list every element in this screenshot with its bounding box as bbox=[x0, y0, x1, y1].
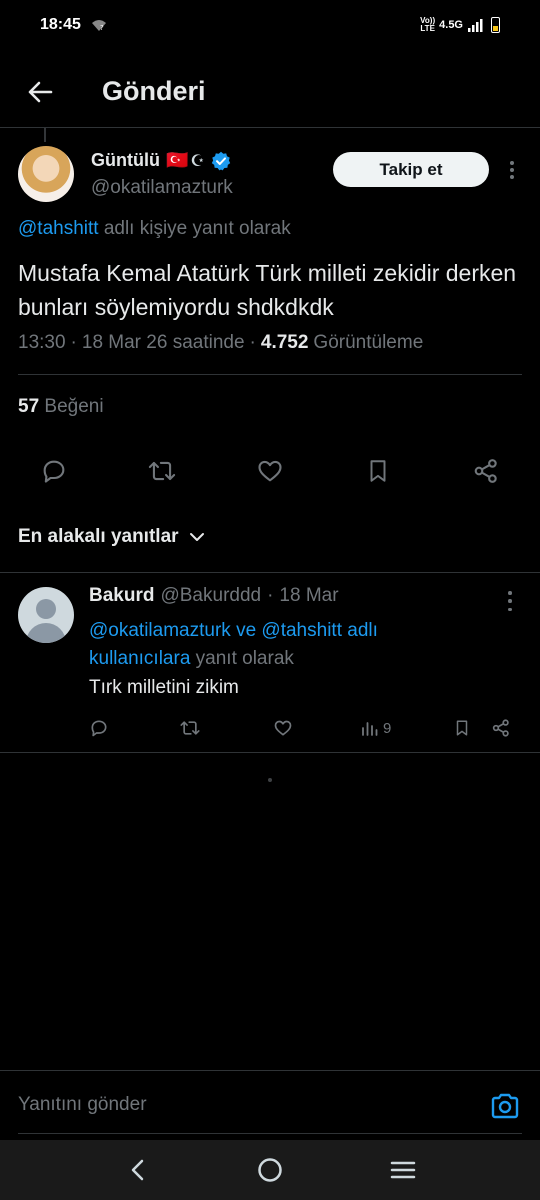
reply-icon bbox=[91, 720, 107, 737]
loading-indicator bbox=[268, 778, 272, 782]
camera-icon bbox=[491, 1093, 519, 1119]
meta-separator: · bbox=[249, 332, 256, 353]
reply-icon bbox=[43, 460, 65, 483]
post-time: 13:30 bbox=[18, 332, 66, 353]
reply-to-mention[interactable]: kullanıcılara bbox=[89, 648, 190, 669]
top-app-bar: Gönderi bbox=[0, 56, 540, 128]
reply-input[interactable] bbox=[18, 1089, 458, 1121]
status-time: 18:45 bbox=[40, 16, 81, 33]
default-avatar-icon bbox=[36, 599, 56, 619]
status-right: Vo)) LTE 4.5G bbox=[420, 17, 500, 33]
reply-action-bar: 9 bbox=[89, 715, 519, 741]
reply-views-count: 9 bbox=[383, 719, 392, 737]
heart-icon bbox=[258, 460, 282, 482]
reply-to-context: @tahshitt adlı kişiye yanıt olarak bbox=[18, 218, 291, 240]
author-handle[interactable]: @okatilamazturk bbox=[91, 177, 233, 199]
reply-composer bbox=[0, 1070, 540, 1140]
system-nav-bar bbox=[0, 1140, 540, 1200]
reply-to-mention[interactable]: @okatilamazturk bbox=[89, 620, 231, 641]
svg-text:?: ? bbox=[100, 24, 104, 32]
author-name: Güntülü bbox=[91, 150, 160, 170]
post-action-bar bbox=[34, 450, 506, 492]
add-media-button[interactable] bbox=[490, 1092, 522, 1122]
system-back-button[interactable] bbox=[115, 1148, 159, 1192]
reply-repost-button[interactable] bbox=[179, 715, 201, 741]
likes-label: Beğeni bbox=[44, 396, 104, 417]
reply-to-and[interactable]: ve bbox=[236, 620, 256, 641]
reply-to-mention[interactable]: @tahshitt bbox=[18, 218, 99, 239]
likes-summary[interactable]: 57 Beğeni bbox=[18, 396, 104, 418]
repost-icon bbox=[180, 721, 200, 735]
more-options-button[interactable] bbox=[502, 158, 522, 182]
post-date: 18 Mar 26 saatinde bbox=[81, 332, 245, 353]
arrow-left-icon bbox=[28, 81, 53, 102]
verified-badge-icon bbox=[211, 151, 230, 170]
reply-more-options-button[interactable] bbox=[502, 591, 518, 611]
share-icon bbox=[492, 719, 509, 737]
reply-bookmark-button[interactable] bbox=[453, 715, 471, 741]
network-type: 4.5G bbox=[439, 19, 463, 31]
turkey-flag-emoji: 🇹🇷 bbox=[165, 150, 189, 170]
thread-connector-line bbox=[44, 128, 46, 142]
views-count: 4.752 bbox=[260, 332, 309, 353]
reply-to-suffix: adlı kişiye yanıt olarak bbox=[103, 218, 291, 239]
status-bar: 18:45 ? Vo)) LTE 4.5G bbox=[0, 0, 540, 50]
reply-button[interactable] bbox=[34, 451, 74, 491]
views-label: Görüntüleme bbox=[313, 332, 424, 353]
like-button[interactable] bbox=[250, 451, 290, 491]
reply-share-button[interactable] bbox=[491, 715, 511, 741]
reply-author-name[interactable]: Bakurd bbox=[89, 585, 154, 607]
reply-header: Bakurd @Bakurddd · 18 Mar bbox=[89, 585, 339, 607]
more-vert-icon bbox=[510, 161, 514, 165]
bookmark-button[interactable] bbox=[358, 451, 398, 491]
reply-text: Tırk milletini zikim bbox=[89, 677, 239, 698]
signal-icon bbox=[468, 19, 483, 32]
chevron-left-icon bbox=[131, 1159, 143, 1181]
reply-item[interactable]: Bakurd @Bakurddd · 18 Mar @okatilamaztur… bbox=[0, 573, 540, 753]
post-text: Mustafa Kemal Atatürk Türk milleti zekid… bbox=[18, 260, 517, 320]
more-vert-icon bbox=[508, 591, 512, 595]
reply-views-button[interactable]: 9 bbox=[361, 715, 391, 741]
system-recents-button[interactable] bbox=[381, 1148, 425, 1192]
reply-reply-button[interactable] bbox=[89, 715, 109, 741]
reply-to-context: @okatilamazturk ve @tahshitt adlı kullan… bbox=[89, 617, 509, 673]
battery-fill bbox=[493, 26, 498, 31]
sort-label: En alakalı yanıtlar bbox=[18, 526, 179, 547]
post-author-row: Güntülü 🇹🇷 ☪ @okatilamazturk Takip et bbox=[18, 144, 522, 206]
views-chart-icon bbox=[362, 722, 378, 736]
reply-to-mention[interactable]: @tahshitt adlı bbox=[261, 620, 377, 641]
composer-underline bbox=[18, 1133, 522, 1134]
author-name-row[interactable]: Güntülü 🇹🇷 ☪ bbox=[91, 150, 231, 171]
follow-button[interactable]: Takip et bbox=[333, 152, 489, 187]
author-avatar[interactable] bbox=[18, 146, 74, 202]
post-meta: 13:30 · 18 Mar 26 saatinde · 4.752 Görün… bbox=[18, 332, 423, 354]
repost-button[interactable] bbox=[142, 451, 182, 491]
volte-indicator: Vo)) LTE bbox=[420, 16, 436, 33]
back-button[interactable] bbox=[20, 72, 60, 112]
likes-count: 57 bbox=[18, 396, 40, 417]
share-icon bbox=[474, 459, 497, 483]
replies-sort-dropdown[interactable]: En alakalı yanıtlar bbox=[18, 526, 205, 548]
reply-to-suffix: yanıt olarak bbox=[195, 648, 294, 669]
system-home-button[interactable] bbox=[248, 1148, 292, 1192]
reply-avatar[interactable] bbox=[18, 587, 74, 643]
wifi-question-icon: ? bbox=[91, 20, 106, 32]
home-circle-icon bbox=[258, 1158, 282, 1182]
reply-author-handle[interactable]: @Bakurddd bbox=[160, 585, 261, 607]
heart-icon bbox=[274, 720, 292, 736]
reply-like-button[interactable] bbox=[273, 715, 293, 741]
page-title: Gönderi bbox=[102, 76, 206, 106]
reply-separator: · bbox=[267, 585, 274, 606]
reply-date: 18 Mar bbox=[279, 585, 339, 606]
bookmark-icon bbox=[456, 720, 468, 736]
divider bbox=[18, 374, 522, 375]
repost-icon bbox=[148, 461, 176, 481]
chevron-down-icon bbox=[189, 533, 204, 541]
menu-lines-icon bbox=[391, 1161, 416, 1179]
share-button[interactable] bbox=[466, 451, 506, 491]
star-crescent-emoji: ☪ bbox=[190, 152, 205, 170]
bookmark-icon bbox=[370, 460, 386, 482]
battery-icon bbox=[491, 17, 500, 33]
meta-separator: · bbox=[70, 332, 77, 353]
